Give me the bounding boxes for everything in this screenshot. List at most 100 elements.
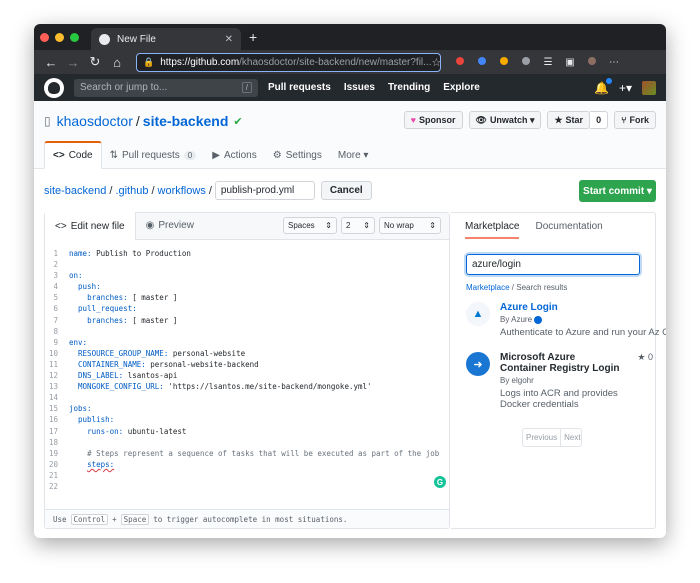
close-window-button[interactable] [40, 32, 49, 42]
repo-name-link[interactable]: site-backend [143, 113, 229, 129]
tab-pull-requests[interactable]: ⇅ Pull requests 0 [102, 141, 205, 169]
reload-icon[interactable]: ↻ [84, 54, 106, 70]
indent-size-select[interactable]: 2 ⇕ [341, 217, 375, 234]
star-count[interactable]: 0 [590, 111, 609, 129]
search-result[interactable]: ▲ Azure Login By Azure Authenticate to A… [466, 302, 666, 338]
more-menu-icon[interactable]: ⋯ [603, 57, 625, 68]
next-button[interactable]: Next [560, 429, 583, 446]
tab-more[interactable]: More ▾ [330, 141, 377, 169]
footer-hint-text: to trigger autocomplete in most situatio… [153, 514, 348, 524]
forward-icon[interactable]: → [62, 55, 84, 70]
code-line[interactable]: 18 [45, 437, 449, 448]
user-avatar[interactable] [642, 80, 656, 95]
sponsor-button[interactable]: ♥ Sponsor [403, 111, 463, 129]
code-line[interactable]: 16 publish: [45, 414, 449, 425]
previous-button[interactable]: Previous [523, 429, 560, 446]
create-new-menu[interactable]: +▾ [619, 81, 632, 95]
address-bar[interactable]: 🔒 https://github.com /khaosdoctor/site-b… [136, 52, 441, 72]
code-line[interactable]: 13 MONGOKE_CONFIG_URL: 'https://lsantos.… [45, 381, 449, 392]
code-line[interactable]: 5 branches: [ master ] [45, 292, 449, 303]
line-number: 12 [48, 371, 58, 381]
grammarly-icon[interactable]: G [434, 476, 446, 488]
code-line[interactable]: 21 [45, 470, 449, 481]
breadcrumb-workflows-dir[interactable]: workflows [158, 185, 206, 197]
result-name[interactable]: Azure Login [500, 302, 650, 313]
marketplace-search-input[interactable]: azure/login [466, 254, 640, 275]
code-line[interactable]: 11 CONTAINER_NAME: personal-website-back… [45, 359, 449, 370]
back-icon[interactable]: ← [40, 55, 62, 70]
tab-edit-new-file[interactable]: <> Edit new file [45, 212, 136, 240]
code-value: personal-website-backend [145, 359, 259, 369]
control-key: Control [70, 513, 109, 525]
pull-request-icon: ⇅ [109, 149, 118, 161]
breadcrumb-github-dir[interactable]: .github [115, 185, 148, 197]
maximize-window-button[interactable] [70, 32, 79, 42]
code-line[interactable]: 1 name: Publish to Production [45, 248, 449, 259]
notifications-bell-icon[interactable]: 🔔 [594, 77, 612, 95]
code-key: RESOURCE_GROUP_NAME: [78, 348, 169, 358]
code-line[interactable]: 12 DNS_LABEL: lsantos-api [45, 370, 449, 381]
reading-list-icon[interactable]: ☰ [537, 57, 559, 68]
unwatch-button[interactable]: 👁 Unwatch ▾ [468, 111, 542, 129]
code-line[interactable]: 10 RESOURCE_GROUP_NAME: personal-website [45, 348, 449, 359]
wrap-mode-select[interactable]: No wrap ⇕ [379, 217, 441, 234]
code-value: 'https://lsantos.me/site-backend/mongoke… [163, 382, 372, 392]
tab-preview[interactable]: ◉ Preview [136, 212, 204, 239]
unread-dot [605, 77, 612, 84]
repo-owner-link[interactable]: khaosdoctor [57, 113, 133, 129]
verified-badge-icon [534, 315, 543, 324]
code-line[interactable]: 2 [45, 259, 449, 270]
code-line[interactable]: 19 # Steps represent a sequence of tasks… [45, 448, 449, 459]
code-line[interactable]: 6 pull_request: [45, 303, 449, 314]
bookmark-star-icon[interactable]: ☆ [431, 56, 440, 69]
line-number: 17 [48, 426, 58, 436]
code-key: CONTAINER_NAME: [78, 359, 146, 369]
code-line[interactable]: 9 env: [45, 337, 449, 348]
start-commit-button[interactable]: Start commit ▾ [579, 180, 656, 202]
nav-issues[interactable]: Issues [344, 82, 375, 93]
tab-marketplace[interactable]: Marketplace [465, 221, 520, 239]
cancel-button[interactable]: Cancel [320, 181, 372, 200]
marketplace-crumb-link[interactable]: Marketplace [466, 283, 510, 292]
code-line[interactable]: 17 runs-on: ubuntu-latest [45, 426, 449, 437]
fork-button[interactable]: ⑂ Fork [614, 111, 656, 129]
extension-icon[interactable] [515, 56, 537, 68]
nav-pull-requests[interactable]: Pull requests [268, 82, 331, 93]
browser-tab[interactable]: New File ✕ [91, 28, 241, 50]
search-result[interactable]: ➜ Microsoft Azure Container Registry Log… [466, 352, 655, 410]
breadcrumb-repo[interactable]: site-backend [44, 185, 106, 197]
tab-close-icon[interactable]: ✕ [225, 34, 233, 45]
github-logo-icon[interactable] [44, 77, 64, 98]
profile-icon[interactable] [581, 56, 603, 68]
filename-input[interactable]: publish-prod.yml [214, 181, 315, 200]
indent-mode-select[interactable]: Spaces ⇕ [283, 217, 337, 234]
extension-icon[interactable] [471, 56, 493, 68]
tab-code[interactable]: <> Code [44, 141, 102, 169]
code-area[interactable]: 1 name: Publish to Production 2 3 on: 4 push:… [45, 240, 449, 492]
code-line[interactable]: 22 [45, 481, 449, 492]
code-line[interactable]: 7 branches: [ master ] [45, 315, 449, 326]
code-line[interactable]: 3 on: [45, 270, 449, 281]
code-line[interactable]: 20 steps: [45, 459, 449, 470]
tab-actions[interactable]: ▶ Actions [204, 141, 265, 169]
code-line[interactable]: 15 jobs: [45, 403, 449, 414]
nav-trending[interactable]: Trending [388, 82, 430, 93]
extension-icon[interactable] [493, 56, 515, 68]
github-search-input[interactable]: Search or jump to... / [74, 78, 258, 97]
home-icon[interactable]: ⌂ [106, 55, 128, 70]
extension-icon[interactable] [449, 56, 471, 68]
code-line[interactable]: 8 [45, 326, 449, 337]
code-key: jobs: [69, 404, 92, 414]
tab-documentation[interactable]: Documentation [535, 221, 602, 232]
nav-explore[interactable]: Explore [443, 82, 480, 93]
tab-settings[interactable]: ⚙ Settings [265, 141, 330, 169]
star-button[interactable]: ★ Star [547, 111, 591, 129]
result-name[interactable]: Microsoft Azure Container Registry Login [500, 352, 620, 374]
new-tab-icon[interactable]: + [249, 29, 257, 45]
code-line[interactable]: 14 [45, 392, 449, 403]
browser-window: New File ✕ + ← → ↻ ⌂ 🔒 https://github.co… [34, 24, 666, 538]
collections-icon[interactable]: ▣ [559, 57, 581, 68]
minimize-window-button[interactable] [55, 32, 64, 42]
code-line[interactable]: 4 push: [45, 281, 449, 292]
